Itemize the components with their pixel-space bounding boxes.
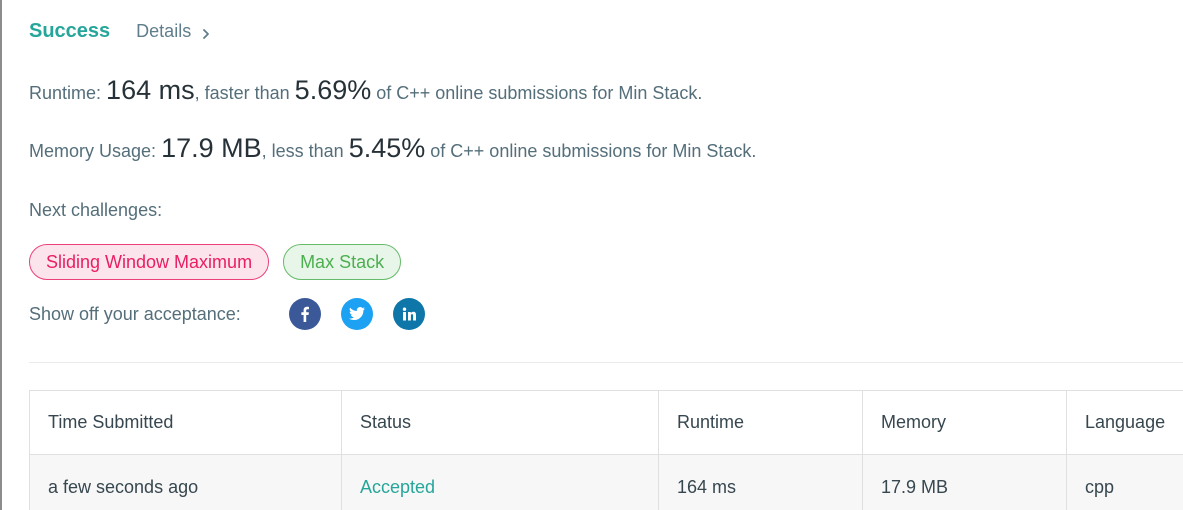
- column-header-memory: Memory: [863, 391, 1067, 455]
- table-row: a few seconds ago Accepted 164 ms 17.9 M…: [30, 455, 1183, 510]
- runtime-suffix: of C++ online submissions for Min Stack.: [376, 83, 703, 103]
- cell-language: cpp: [1067, 455, 1183, 510]
- share-row: Show off your acceptance:: [29, 298, 445, 330]
- status-title: Success: [29, 20, 111, 42]
- share-label: Show off your acceptance:: [29, 303, 241, 324]
- table-header-row: Time Submitted Status Runtime Memory Lan…: [30, 391, 1183, 455]
- submission-result-page: Success Details Runtime: 164 ms, faster …: [0, 0, 1183, 510]
- result-header: Success Details: [29, 20, 212, 43]
- section-divider: [29, 362, 1183, 363]
- runtime-stat: Runtime: 164 ms, faster than 5.69% of C+…: [29, 75, 702, 106]
- column-header-language: Language: [1067, 391, 1183, 455]
- details-label: Details: [136, 21, 192, 41]
- cell-runtime: 164 ms: [659, 455, 863, 510]
- runtime-value: 164 ms: [106, 75, 195, 105]
- submissions-table: Time Submitted Status Runtime Memory Lan…: [29, 390, 1183, 510]
- challenge-chip-sliding-window-maximum[interactable]: Sliding Window Maximum: [29, 244, 270, 280]
- status-accepted-link[interactable]: Accepted: [360, 477, 435, 498]
- cell-time-submitted: a few seconds ago: [30, 455, 342, 510]
- details-link[interactable]: Details: [136, 21, 212, 42]
- runtime-comparison: , faster than: [194, 83, 290, 103]
- cell-status: Accepted: [342, 455, 659, 510]
- column-header-status: Status: [342, 391, 659, 455]
- memory-value: 17.9 MB: [161, 133, 262, 163]
- linkedin-icon[interactable]: [393, 298, 425, 330]
- memory-percent: 5.45%: [348, 133, 426, 163]
- runtime-label: Runtime:: [29, 83, 102, 103]
- left-border: [0, 0, 2, 510]
- memory-stat: Memory Usage: 17.9 MB, less than 5.45% o…: [29, 133, 756, 164]
- twitter-icon[interactable]: [341, 298, 373, 330]
- next-challenges-label: Next challenges:: [29, 200, 163, 220]
- memory-comparison: , less than: [261, 141, 344, 161]
- chevron-right-icon: [200, 25, 212, 39]
- challenge-chip-max-stack[interactable]: Max Stack: [283, 244, 402, 280]
- facebook-icon[interactable]: [289, 298, 321, 330]
- runtime-percent: 5.69%: [294, 75, 372, 105]
- next-challenges-list: Sliding Window Maximum Max Stack: [29, 244, 402, 280]
- memory-suffix: of C++ online submissions for Min Stack.: [430, 141, 757, 161]
- column-header-runtime: Runtime: [659, 391, 863, 455]
- memory-label: Memory Usage:: [29, 141, 157, 161]
- column-header-time-submitted: Time Submitted: [30, 391, 342, 455]
- cell-memory: 17.9 MB: [863, 455, 1067, 510]
